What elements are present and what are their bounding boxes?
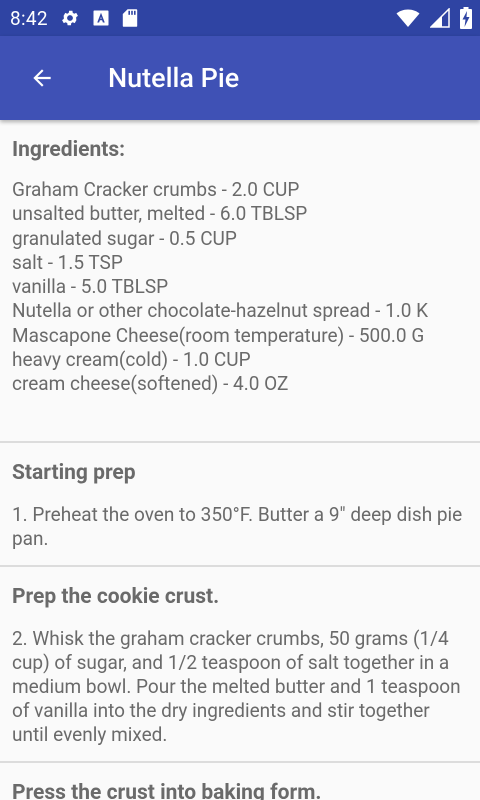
ingredient-list: Graham Cracker crumbs - 2.0 CUP unsalted… bbox=[12, 178, 468, 397]
ingredient-item: vanilla - 5.0 TBLSP bbox=[12, 275, 169, 299]
status-bar: 8:42 bbox=[0, 0, 480, 36]
battery-charging-icon bbox=[460, 7, 472, 29]
page-title: Nutella Pie bbox=[108, 62, 240, 94]
step-text: 2. Whisk the graham cracker crumbs, 50 g… bbox=[12, 626, 461, 746]
step-heading: Press the crust into baking form. bbox=[12, 780, 322, 800]
arrow-left-icon bbox=[33, 69, 51, 87]
wifi-icon bbox=[396, 9, 420, 27]
step-text: 1. Preheat the oven to 350°F. Butter a 9… bbox=[12, 502, 463, 550]
ingredient-item: Graham Cracker crumbs - 2.0 CUP bbox=[12, 178, 300, 201]
recipe-content[interactable]: Ingredients: Graham Cracker crumbs - 2.0… bbox=[0, 120, 480, 800]
ingredient-item: unsalted butter, melted - 6.0 TBLSP bbox=[12, 202, 308, 226]
font-a-icon bbox=[93, 10, 109, 26]
ingredients-heading: Ingredients: bbox=[12, 138, 126, 162]
signal-icon bbox=[430, 8, 450, 28]
ingredients-section: Ingredients: Graham Cracker crumbs - 2.0… bbox=[0, 120, 480, 443]
app-bar: Nutella Pie bbox=[0, 36, 480, 120]
ingredient-item: Mascapone Cheese(room temperature) - 500… bbox=[12, 323, 425, 347]
back-button[interactable] bbox=[0, 36, 84, 120]
step-heading: Starting prep bbox=[12, 460, 136, 485]
gear-icon bbox=[61, 10, 78, 26]
ingredient-item: granulated sugar - 0.5 CUP bbox=[12, 226, 237, 250]
sd-card-icon bbox=[122, 9, 138, 27]
step-heading: Prep the cookie crust. bbox=[12, 584, 220, 609]
ingredient-item: Nutella or other chocolate-hazelnut spre… bbox=[12, 299, 429, 323]
step-card: Press the crust into baking form. bbox=[0, 763, 480, 800]
ingredient-item: cream cheese(softened) - 4.0 OZ bbox=[12, 372, 289, 396]
status-time: 8:42 bbox=[10, 6, 48, 30]
ingredient-item: heavy cream(cold) - 1.0 CUP bbox=[12, 348, 251, 372]
step-card: Prep the cookie crust. 2. Whisk the grah… bbox=[0, 567, 480, 763]
step-card: Starting prep 1. Preheat the oven to 350… bbox=[0, 443, 480, 567]
ingredient-item: salt - 1.5 TSP bbox=[12, 250, 123, 274]
status-notification-icons bbox=[60, 8, 138, 28]
status-system-icons bbox=[396, 7, 472, 29]
